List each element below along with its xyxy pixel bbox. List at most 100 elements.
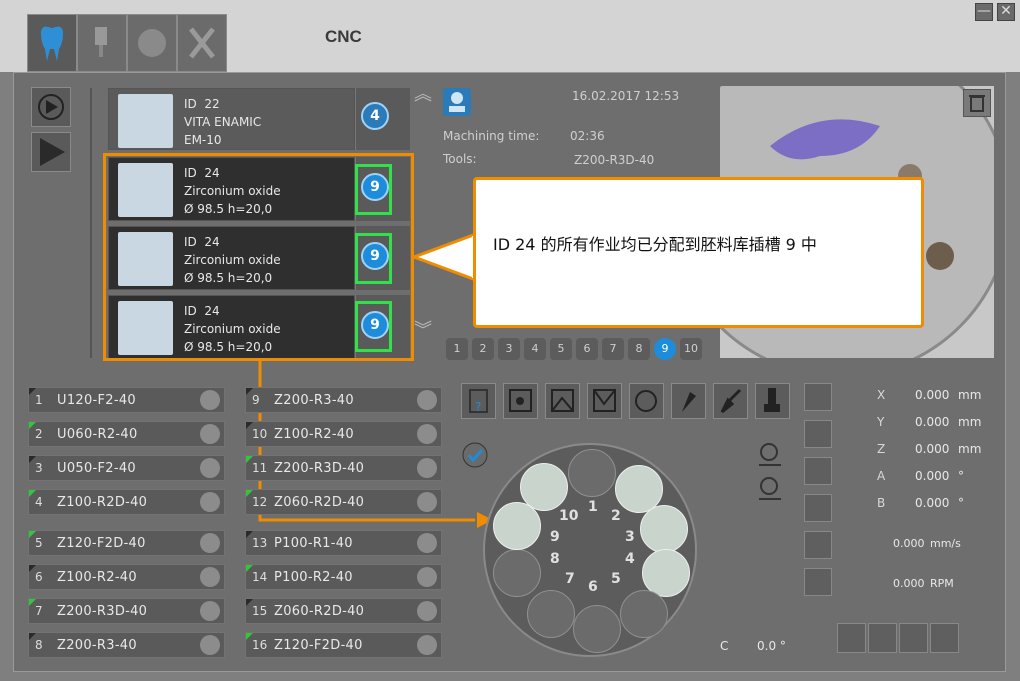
wrench-icon[interactable]	[200, 492, 220, 512]
brush-button[interactable]	[713, 383, 748, 419]
slot-2[interactable]: 2	[472, 338, 494, 360]
slot-10[interactable]: 10	[680, 338, 702, 360]
slot-9[interactable]: 9	[654, 338, 676, 360]
maintenance-button[interactable]	[755, 383, 790, 419]
slot-6[interactable]: 6	[576, 338, 598, 360]
play-button[interactable]	[31, 132, 71, 172]
tool-item[interactable]: 5 Z120-F2D-40	[28, 530, 225, 556]
tool-item[interactable]: 12 Z060-R2D-40	[245, 489, 442, 515]
tool-item[interactable]: 4 Z100-R2D-40	[28, 489, 225, 515]
probe-button[interactable]	[837, 623, 866, 653]
delete-button[interactable]	[963, 89, 991, 117]
target-button[interactable]	[899, 623, 928, 653]
grid-button[interactable]	[930, 623, 959, 653]
tab-tooth[interactable]	[27, 14, 77, 72]
close-button[interactable]: ✕	[997, 3, 1015, 21]
slot-5[interactable]: 5	[550, 338, 572, 360]
slot-8[interactable]: 8	[628, 338, 650, 360]
wrench-icon[interactable]	[200, 390, 220, 410]
tool-measure-button[interactable]	[804, 494, 832, 522]
wrench-icon[interactable]	[200, 601, 220, 621]
tool-item[interactable]: 15 Z060-R2D-40	[245, 598, 442, 624]
magazine-slot-7[interactable]	[527, 590, 575, 638]
user-search-button[interactable]	[755, 441, 785, 469]
wrench-icon[interactable]	[417, 458, 437, 478]
wrench-icon[interactable]	[417, 424, 437, 444]
wrench-icon[interactable]	[200, 458, 220, 478]
tool-item[interactable]: 13 P100-R1-40	[245, 530, 442, 556]
magazine-slot-9[interactable]	[493, 502, 541, 550]
wrench-icon[interactable]	[200, 567, 220, 587]
job-id-value: 22	[204, 97, 220, 111]
move-down-button[interactable]	[587, 383, 622, 419]
wrench-icon[interactable]	[200, 424, 220, 444]
play-all-button[interactable]	[31, 87, 71, 127]
job-card[interactable]: ID 22 VITA ENAMIC EM-10	[108, 88, 355, 150]
tool-change-button[interactable]	[804, 457, 832, 485]
scroll-up-button[interactable]: ︽	[414, 86, 432, 104]
spindle-button[interactable]	[804, 383, 832, 411]
tool-item[interactable]: 6 Z100-R2-40	[28, 564, 225, 590]
tool-item[interactable]: 1 U120-F2-40	[28, 387, 225, 413]
slot-selector[interactable]: 4	[355, 88, 410, 150]
tab-milling[interactable]	[127, 14, 177, 72]
drill-button[interactable]	[868, 623, 897, 653]
user-upload-button[interactable]	[755, 475, 785, 503]
play-all-icon	[38, 94, 64, 120]
slot-4[interactable]: 4	[524, 338, 546, 360]
brush-icon	[720, 388, 742, 414]
tool-name: Z060-R2D-40	[274, 604, 365, 619]
scroll-down-button[interactable]: ︾	[414, 322, 432, 340]
wrench-icon[interactable]	[417, 635, 437, 655]
magazine-slot-10[interactable]	[520, 463, 568, 511]
cooling-button[interactable]	[804, 568, 832, 596]
magazine-slot-6[interactable]	[573, 605, 621, 653]
tool-item[interactable]: 9 Z200-R3-40	[245, 387, 442, 413]
wrench-icon[interactable]	[417, 567, 437, 587]
magazine-slot-1[interactable]	[568, 449, 616, 497]
tool-item[interactable]: 16 Z120-F2D-40	[245, 632, 442, 658]
center-button[interactable]	[503, 383, 538, 419]
magazine-slot-5[interactable]	[620, 590, 668, 638]
operator-button[interactable]	[443, 88, 471, 116]
tool-name: Z120-F2D-40	[57, 536, 146, 551]
tool-item[interactable]: 10 Z100-R2-40	[245, 421, 442, 447]
clean-button[interactable]	[671, 383, 706, 419]
rotate-button[interactable]	[629, 383, 664, 419]
tool-item[interactable]: 7 Z200-R3D-40	[28, 598, 225, 624]
wrench-icon[interactable]	[417, 601, 437, 621]
slot-3[interactable]: 3	[498, 338, 520, 360]
tool-item[interactable]: 11 Z200-R3D-40	[245, 455, 442, 481]
wrench-icon[interactable]	[200, 533, 220, 553]
coolant-button[interactable]	[804, 420, 832, 448]
magazine-slot-8[interactable]	[493, 549, 541, 597]
tab-machine[interactable]	[77, 14, 127, 72]
move-up-button[interactable]	[545, 383, 580, 419]
minimize-button[interactable]: —	[975, 3, 993, 21]
slot-7[interactable]: 7	[602, 338, 624, 360]
app-title: CNC	[325, 27, 362, 46]
tool-item[interactable]: 2 U060-R2-40	[28, 421, 225, 447]
tool-item[interactable]: 3 U050-F2-40	[28, 455, 225, 481]
tool-item[interactable]: 14 P100-R2-40	[245, 564, 442, 590]
wrench-icon[interactable]	[417, 492, 437, 512]
help-button[interactable]: ?	[461, 383, 496, 419]
move-down-icon	[593, 389, 616, 412]
axis-z-unit: mm	[958, 442, 982, 456]
confirm-button[interactable]	[461, 441, 489, 469]
wrench-icon[interactable]	[417, 533, 437, 553]
axis-x-label: X	[877, 388, 886, 402]
c-axis-value: 0.0 °	[757, 639, 786, 653]
wrench-icon[interactable]	[417, 390, 437, 410]
slot-1[interactable]: 1	[446, 338, 468, 360]
tool-index: 12	[252, 495, 268, 509]
tab-tools[interactable]	[177, 14, 227, 72]
tool-item[interactable]: 8 Z200-R3-40	[28, 632, 225, 658]
tooltip-pointer	[412, 232, 478, 282]
drop-button[interactable]	[804, 531, 832, 559]
magazine-number: 2	[611, 508, 621, 524]
wrench-icon[interactable]	[200, 635, 220, 655]
job-spec: EM-10	[184, 133, 222, 147]
close-icon: ✕	[1000, 3, 1012, 19]
magazine-slot-3[interactable]	[640, 505, 688, 553]
